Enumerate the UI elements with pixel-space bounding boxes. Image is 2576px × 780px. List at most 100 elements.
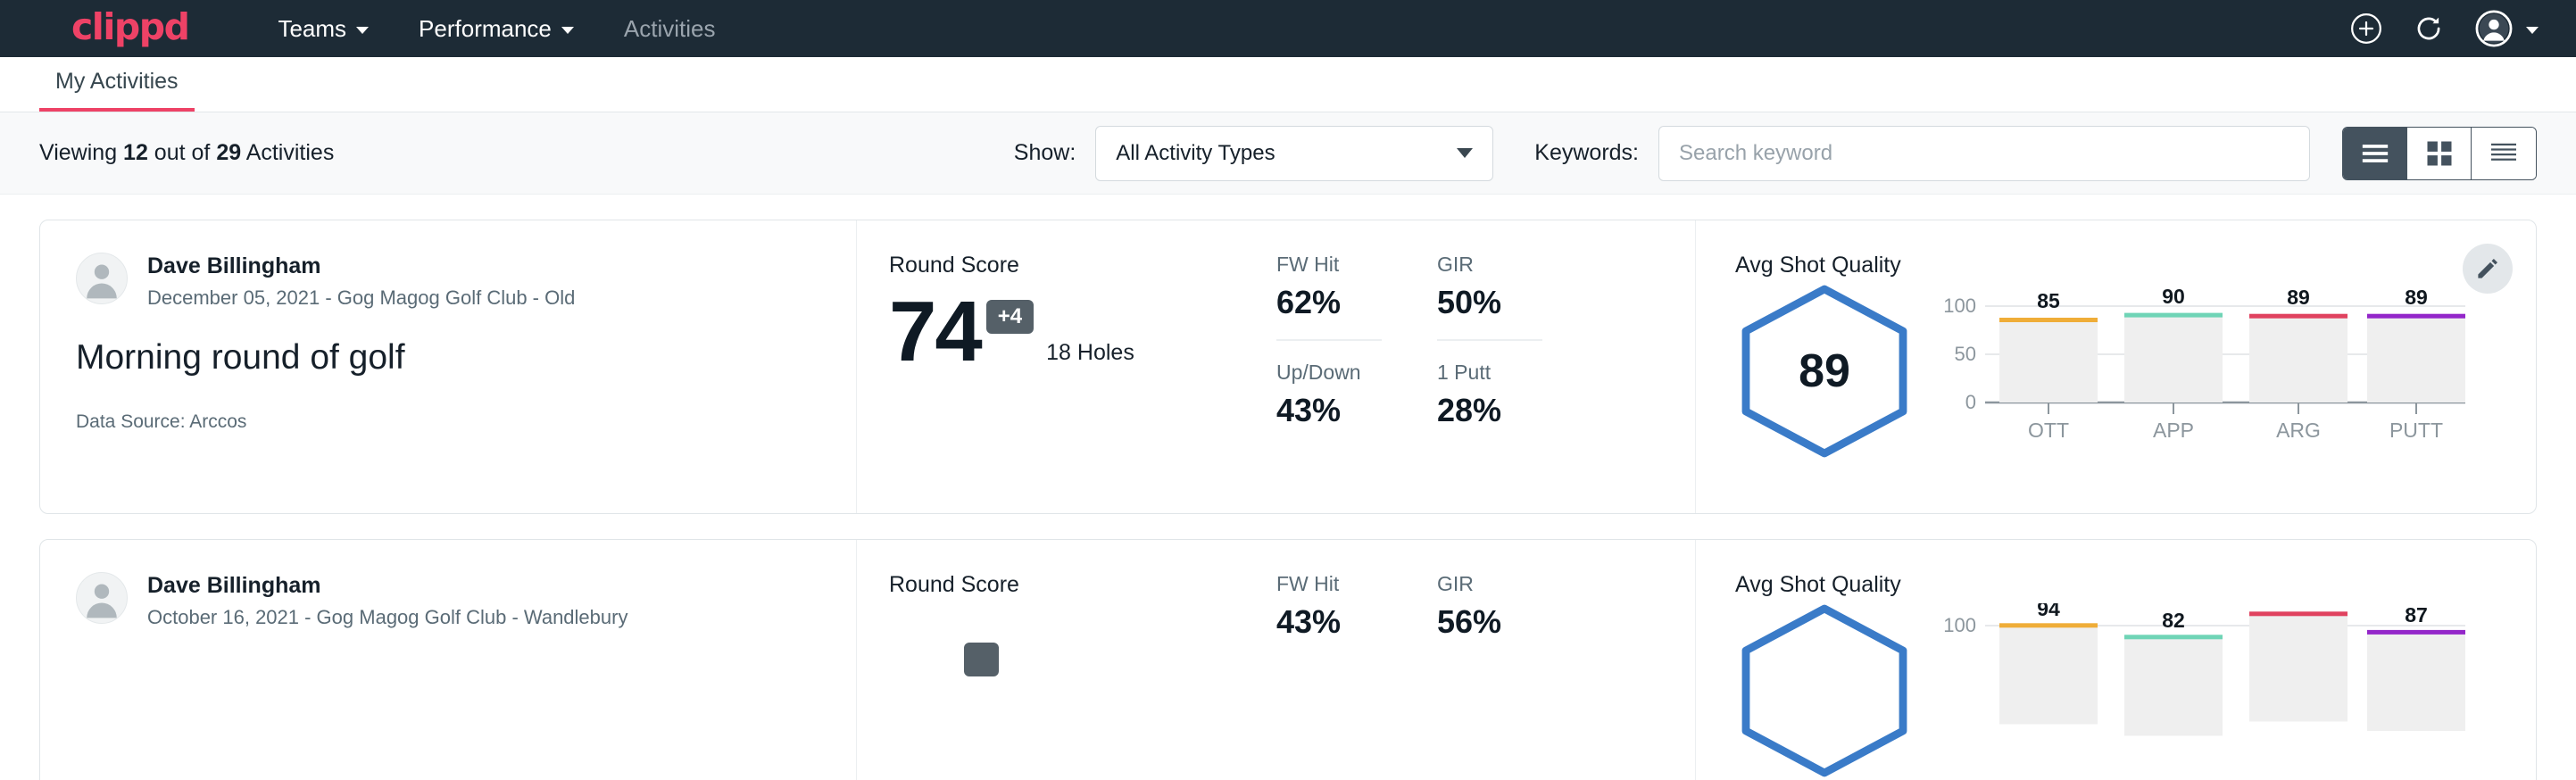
bar-label-putt: 87 [2405,603,2428,626]
avg-shot-quality-body: 89 100 50 0 85 [1735,284,2536,459]
avg-shot-quality-label: Avg Shot Quality [1735,253,2536,278]
bar-label-app: 82 [2162,609,2185,632]
round-score-section: Round Score [857,540,1276,780]
activity-meta: October 16, 2021 - Gog Magog Golf Club -… [147,606,627,629]
stat-fw-hit: FW Hit 62% [1276,253,1382,341]
stat-up-down-label: Up/Down [1276,361,1382,385]
nav-item-teams-label: Teams [278,15,346,43]
round-score-value-row: 74 +4 18 Holes [889,293,1276,371]
stat-fw-hit: FW Hit 43% [1276,572,1382,641]
view-mode-grid[interactable] [2407,128,2472,179]
viewing-suffix: Activities [241,140,334,165]
account-menu[interactable] [2474,9,2539,48]
round-score-label: Round Score [889,572,1276,598]
view-mode-toggle [2342,127,2537,180]
xtick-app: APP [2153,419,2194,442]
stat-up-down: Up/Down 43% [1276,341,1382,429]
stat-fw-hit-value: 62% [1276,284,1382,321]
user-name: Dave Billingham [147,253,575,280]
chevron-down-icon [1457,148,1473,158]
hexagon-icon [1735,603,1914,778]
nav-item-activities[interactable]: Activities [624,15,716,43]
stat-gir: GIR 56% [1437,572,1542,641]
activity-user: Dave Billingham December 05, 2021 - Gog … [76,253,820,310]
avg-shot-quality-label: Avg Shot Quality [1735,572,2536,598]
stat-gir: GIR 50% [1437,253,1542,341]
activity-data-source: Data Source: Arccos [76,411,820,433]
bar-label-arg: 106 [2281,603,2315,607]
viewing-count: 12 [123,140,148,165]
toolbar-controls: Show: All Activity Types Keywords: [1014,126,2537,181]
edit-activity-button[interactable] [2463,244,2513,294]
avg-shot-quality-section: Avg Shot Quality 100 94 [1696,540,2536,780]
chevron-down-icon [561,27,574,34]
avg-shot-quality-section: Avg Shot Quality 89 100 50 0 [1696,220,2536,513]
stat-one-putt: 1 Putt 28% [1437,341,1542,429]
stat-up-down-value: 43% [1276,392,1382,429]
person-icon [77,253,127,303]
avatar [76,253,128,304]
tab-my-activities[interactable]: My Activities [39,69,195,112]
stat-fw-hit-label: FW Hit [1276,253,1382,277]
refresh-button[interactable] [2412,12,2446,46]
activity-user: Dave Billingham October 16, 2021 - Gog M… [76,572,820,629]
activity-stats: FW Hit 62% GIR 50% Up/Down 43% 1 Putt 28… [1276,220,1696,513]
clippd-logo[interactable]: clippd [71,9,188,49]
activity-meta: December 05, 2021 - Gog Magog Golf Club … [147,286,575,310]
activity-card[interactable]: Dave Billingham December 05, 2021 - Gog … [39,220,2537,514]
tab-bar: My Activities [0,57,2576,112]
view-mode-compact[interactable] [2472,128,2536,179]
shot-quality-chart: 100 94 82 106 87 [1930,603,2536,768]
shot-quality-hexagon: 89 [1735,284,1914,459]
stat-one-putt-label: 1 Putt [1437,361,1542,385]
stat-fw-hit-label: FW Hit [1276,572,1382,596]
nav-actions [2349,9,2539,48]
ytick-100: 100 [1943,614,1976,636]
person-icon [77,572,127,623]
bar-label-ott: 94 [2037,603,2060,620]
xtick-ott: OTT [2028,419,2069,442]
user-name: Dave Billingham [147,572,627,600]
holes-label: 18 Holes [1046,340,1134,371]
stat-fw-hit-value: 43% [1276,603,1382,641]
shot-quality-bar-chart: 100 94 82 106 87 [1930,603,2483,764]
round-score-value: 74 [889,293,981,371]
nav-item-performance[interactable]: Performance [419,15,574,43]
search-input[interactable] [1658,126,2310,181]
show-label: Show: [1014,140,1076,166]
activity-type-select[interactable]: All Activity Types [1095,126,1493,181]
list-view-icon [2360,142,2390,165]
avatar [76,572,128,624]
account-icon [2474,9,2514,48]
filter-toolbar: Viewing 12 out of 29 Activities Show: Al… [0,112,2576,195]
bar-label-ott: 85 [2037,289,2060,312]
keywords-label: Keywords: [1534,140,1639,166]
stat-gir-label: GIR [1437,572,1542,596]
shot-quality-bar-chart: 100 50 0 85 90 [1930,284,2483,444]
shot-quality-hexagon [1735,603,1914,657]
stat-gir-label: GIR [1437,253,1542,277]
tab-my-activities-label: My Activities [55,69,179,94]
activity-title: Morning round of golf [76,338,820,378]
avg-shot-quality-value: 89 [1735,284,1914,459]
add-icon [2349,12,2383,46]
add-button[interactable] [2349,12,2383,46]
viewing-total: 29 [216,140,241,165]
activity-summary: Dave Billingham December 05, 2021 - Gog … [40,220,857,513]
shot-quality-chart: 100 50 0 85 90 [1930,284,2536,449]
refresh-icon [2412,12,2446,46]
activity-card[interactable]: Dave Billingham October 16, 2021 - Gog M… [39,539,2537,780]
viewing-prefix: Viewing [39,140,123,165]
chevron-down-icon [2526,27,2539,34]
pencil-icon [2474,255,2501,282]
activity-stats: FW Hit 43% GIR 56% [1276,540,1696,780]
ytick-100: 100 [1943,295,1976,317]
nav-item-teams[interactable]: Teams [278,15,369,43]
stat-one-putt-value: 28% [1437,392,1542,429]
view-mode-list[interactable] [2343,128,2407,179]
nav-item-activities-label: Activities [624,15,716,43]
score-badge [964,643,999,676]
chevron-down-icon [356,27,369,34]
nav-item-performance-label: Performance [419,15,552,43]
activity-type-value: All Activity Types [1116,141,1457,166]
